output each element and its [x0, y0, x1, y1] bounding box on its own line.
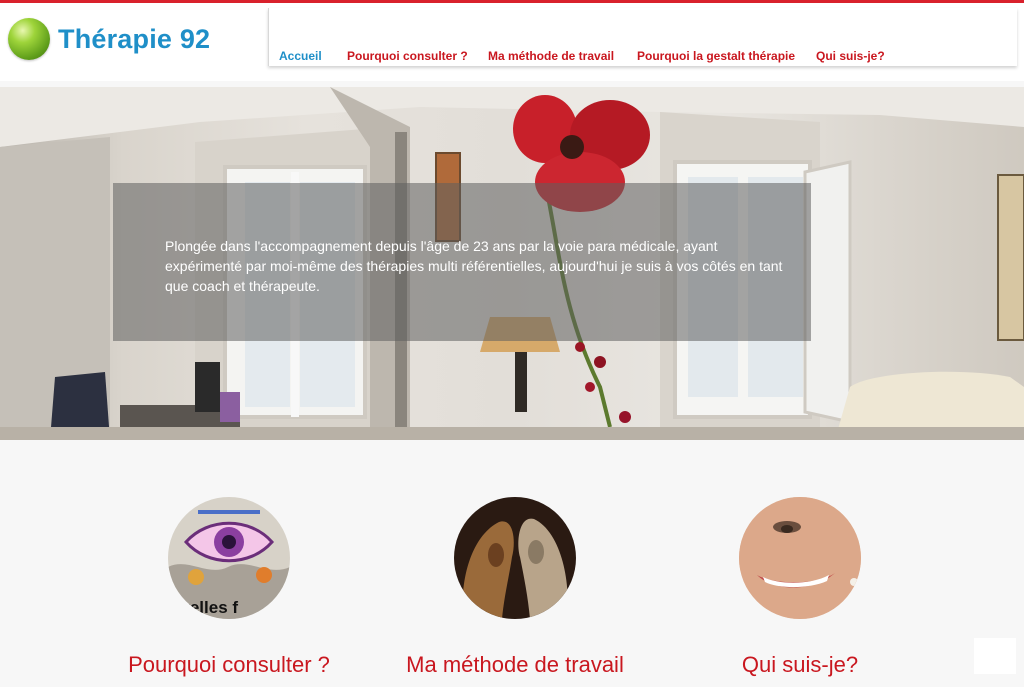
nav-item-pourquoi-consulter[interactable]: Pourquoi consulter ?	[347, 49, 468, 63]
main-navigation: Accueil Pourquoi consulter ? Ma méthode …	[268, 8, 1017, 66]
nav-item-qui-suis-je[interactable]: Qui suis-je?	[816, 49, 885, 63]
hero-banner: Plongée dans l'accompagnement depuis l'â…	[0, 87, 1024, 440]
two-faces-image[interactable]	[454, 497, 576, 619]
hero-intro-text: Plongée dans l'accompagnement depuis l'â…	[165, 238, 783, 294]
portrait-photo-image[interactable]	[739, 497, 861, 619]
card-title-pourquoi-consulter[interactable]: Pourquoi consulter ?	[99, 652, 359, 678]
card-title-methode-de-travail[interactable]: Ma méthode de travail	[385, 652, 645, 678]
green-ball-icon	[8, 18, 50, 60]
nav-item-methode-de-travail[interactable]: Ma méthode de travail	[488, 49, 614, 63]
site-title: Thérapie 92	[58, 23, 211, 54]
logo[interactable]: Thérapie 92	[8, 17, 210, 61]
card-methode-de-travail[interactable]: Ma méthode de travail	[385, 497, 645, 677]
nav-item-accueil[interactable]: Accueil	[279, 49, 322, 63]
card-pourquoi-consulter[interactable]: uvelles f Pourquoi consulter ?	[99, 497, 359, 677]
card-qui-suis-je[interactable]: Qui suis-je?	[670, 497, 930, 677]
nav-item-gestalt-therapie[interactable]: Pourquoi la gestalt thérapie	[637, 49, 795, 63]
eye-image-caption: uvelles f	[170, 598, 238, 617]
back-to-top-button[interactable]	[974, 638, 1016, 674]
card-title-qui-suis-je[interactable]: Qui suis-je?	[670, 652, 930, 678]
eye-illustration-image[interactable]: uvelles f	[168, 497, 290, 619]
